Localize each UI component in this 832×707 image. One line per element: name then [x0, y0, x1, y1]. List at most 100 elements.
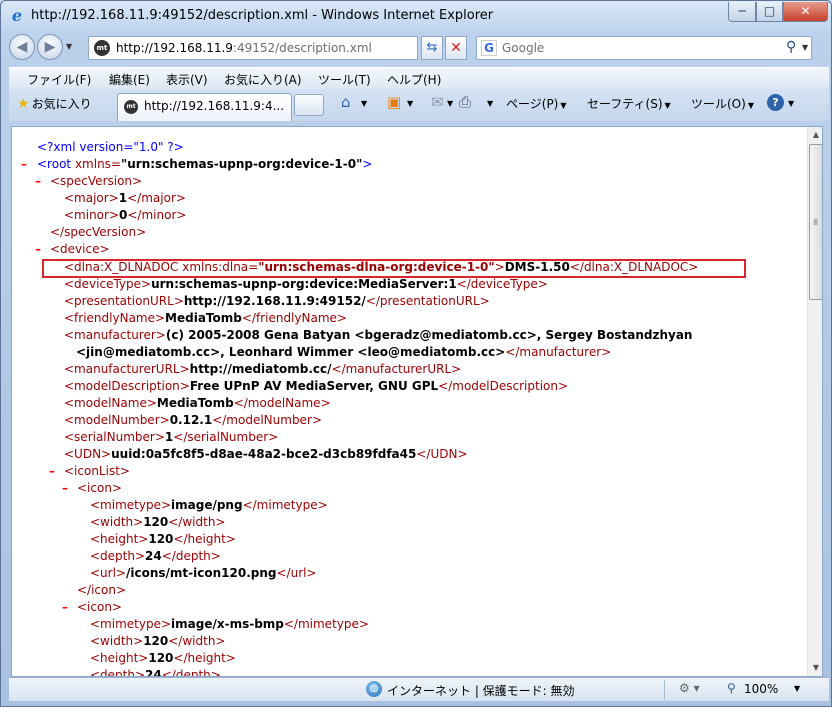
menu-tools[interactable]: ツール(T) — [318, 71, 371, 88]
udn-close-tag: </UDN> — [416, 447, 468, 461]
zoom-dropdown-icon[interactable]: ▼ — [794, 684, 800, 693]
search-icon[interactable]: ⚲ — [786, 39, 796, 55]
status-zone-text[interactable]: インターネット | 保護モード: 無効 — [387, 682, 575, 699]
modelnumber-close-tag: </modelNumber> — [212, 413, 322, 427]
xml-iconlist-open: <iconList> — [64, 463, 130, 480]
favorites-button[interactable]: ★ お気に入り — [17, 95, 92, 112]
icon2-height-value: 120 — [148, 651, 174, 665]
presentationurl-close-tag: </presentationURL> — [365, 294, 490, 308]
tab-active[interactable]: mt http://192.168.11.9:4... — [117, 93, 292, 121]
print-icon[interactable]: ⎙ — [459, 93, 471, 111]
icon2-depth-open-tag: <depth> — [90, 668, 146, 677]
tools-menu-button[interactable]: ツール(O) ▼ — [691, 95, 754, 112]
maximize-button[interactable]: □ — [756, 2, 783, 22]
back-button[interactable]: ◀ — [9, 34, 35, 60]
rss-feed-icon[interactable]: ▣ — [387, 93, 401, 111]
search-options-dropdown-icon[interactable]: ▼ — [802, 43, 808, 52]
xml-manufacturer-line-2: <jin@mediatomb.cc>, Leonhard Wimmer <leo… — [76, 344, 611, 361]
window-title: http://192.168.11.9:49152/description.xm… — [31, 8, 494, 23]
modelnumber-open-tag: <modelNumber> — [64, 413, 170, 427]
home-icon[interactable]: ⌂ — [341, 93, 351, 111]
mail-dropdown-icon[interactable]: ▼ — [447, 99, 453, 108]
page-menu-button[interactable]: ページ(P) ▼ — [506, 95, 567, 112]
icon2-open-tag: <icon> — [77, 600, 122, 614]
presentationurl-open-tag: <presentationURL> — [64, 294, 184, 308]
manufacturer-close-tag: </manufacturer> — [505, 345, 612, 359]
icon1-open-tag: <icon> — [77, 481, 122, 495]
forward-button[interactable]: ▶ — [37, 34, 63, 60]
manufacturer-open-tag: <manufacturer> — [64, 328, 166, 342]
history-dropdown-icon[interactable]: ▼ — [66, 42, 72, 51]
collapse-root[interactable]: – — [21, 156, 27, 173]
refresh-button[interactable]: ⇆ — [421, 36, 443, 60]
menu-edit[interactable]: 編集(E) — [109, 71, 150, 88]
xml-manufacturerurl-line: <manufacturerURL>http://mediatomb.cc/</m… — [64, 361, 461, 378]
serialnumber-open-tag: <serialNumber> — [64, 430, 165, 444]
help-icon[interactable]: ? — [767, 94, 784, 111]
icon1-height-close-tag: </height> — [173, 532, 236, 546]
security-settings-icon[interactable]: ⚙ ▾ — [679, 681, 700, 695]
icon2-width-close-tag: </width> — [168, 634, 226, 648]
xml-icon1-url-line: <url>/icons/mt-icon120.png</url> — [90, 565, 317, 582]
scrollbar-thumb[interactable]: ≡ ≡ — [809, 144, 822, 300]
modeldescription-close-tag: </modelDescription> — [438, 379, 569, 393]
major-value: 1 — [118, 191, 128, 205]
collapse-icon-1[interactable]: – — [62, 480, 68, 497]
icon1-depth-close-tag: </depth> — [161, 549, 221, 563]
specversion-open-tag: <specVersion> — [50, 174, 143, 188]
menu-view[interactable]: 表示(V) — [166, 71, 208, 88]
devicetype-value: urn:schemas-upnp-org:device:MediaServer:… — [151, 277, 457, 291]
manufacturerurl-close-tag: </manufacturerURL> — [331, 362, 462, 376]
zoom-level[interactable]: 100% — [744, 682, 778, 696]
vertical-scrollbar[interactable]: ▲ ≡ ≡ ▼ — [807, 127, 822, 676]
collapse-iconlist[interactable]: – — [49, 463, 55, 480]
xml-root-line: <root xmlns="urn:schemas-upnp-org:device… — [37, 156, 372, 173]
safety-dropdown-icon: ▼ — [664, 101, 671, 110]
xml-device-open: <device> — [50, 241, 110, 258]
search-box[interactable]: G Google ⚲ ▼ — [476, 36, 812, 60]
stop-icon: ✕ — [450, 40, 462, 56]
status-divider — [664, 680, 665, 700]
feed-dropdown-icon[interactable]: ▼ — [407, 99, 413, 108]
device-open-tag: <device> — [50, 242, 110, 256]
mail-icon[interactable]: ✉ — [431, 93, 444, 111]
close-button[interactable]: ✕ — [783, 2, 828, 22]
collapse-icon-2[interactable]: – — [62, 599, 68, 616]
manufacturer-value-1: (c) 2005-2008 Gena Batyan <bgeradz@media… — [165, 328, 693, 342]
help-dropdown-icon[interactable]: ▼ — [788, 99, 794, 108]
xml-manufacturer-line: <manufacturer>(c) 2005-2008 Gena Batyan … — [64, 327, 692, 344]
icon1-mimetype-close-tag: </mimetype> — [242, 498, 328, 512]
scroll-up-arrow-icon[interactable]: ▲ — [808, 127, 822, 143]
devicetype-close-tag: </deviceType> — [456, 277, 548, 291]
menu-favorites[interactable]: お気に入り(A) — [224, 71, 302, 88]
page-menu-label: ページ(P) — [506, 97, 559, 111]
collapse-device[interactable]: – — [35, 241, 41, 258]
collapse-specversion[interactable]: – — [35, 173, 41, 190]
udn-value: uuid:0a5fc8f5-d8ae-48a2-bce2-d3cb89fdfa4… — [111, 447, 417, 461]
xml-icon1-height-line: <height>120</height> — [90, 531, 236, 548]
print-dropdown-icon[interactable]: ▼ — [487, 99, 493, 108]
xml-specversion-close: </specVersion> — [50, 224, 146, 241]
address-url[interactable]: http://192.168.11.9:49152/description.xm… — [116, 41, 372, 55]
zoom-icon[interactable]: ⚲ — [727, 681, 736, 695]
scroll-down-arrow-icon[interactable]: ▼ — [808, 660, 822, 676]
modeldescription-value: Free UPnP AV MediaServer, GNU GPL — [189, 379, 439, 393]
home-dropdown-icon[interactable]: ▼ — [361, 99, 367, 108]
menu-help[interactable]: ヘルプ(H) — [387, 71, 441, 88]
minimize-button[interactable]: ─ — [728, 2, 756, 22]
favorites-label: お気に入り — [31, 97, 92, 111]
tab-title: http://192.168.11.9:4... — [144, 99, 285, 113]
stop-button[interactable]: ✕ — [445, 36, 467, 60]
xml-specversion-open: <specVersion> — [50, 173, 142, 190]
safety-menu-button[interactable]: セーフティ(S) ▼ — [587, 95, 671, 112]
friendlyname-open-tag: <friendlyName> — [64, 311, 166, 325]
friendlyname-close-tag: </friendlyName> — [241, 311, 347, 325]
address-bar[interactable]: mt http://192.168.11.9:49152/description… — [88, 36, 496, 60]
minor-open-tag: <minor> — [64, 208, 120, 222]
xml-icon1-depth-line: <depth>24</depth> — [90, 548, 221, 565]
new-tab-button[interactable] — [294, 94, 324, 116]
menu-file[interactable]: ファイル(F) — [27, 71, 91, 88]
presentationurl-value: http://192.168.11.9:49152/ — [183, 294, 366, 308]
manufacturerurl-value: http://mediatomb.cc/ — [189, 362, 332, 376]
search-input[interactable]: Google — [502, 41, 544, 55]
